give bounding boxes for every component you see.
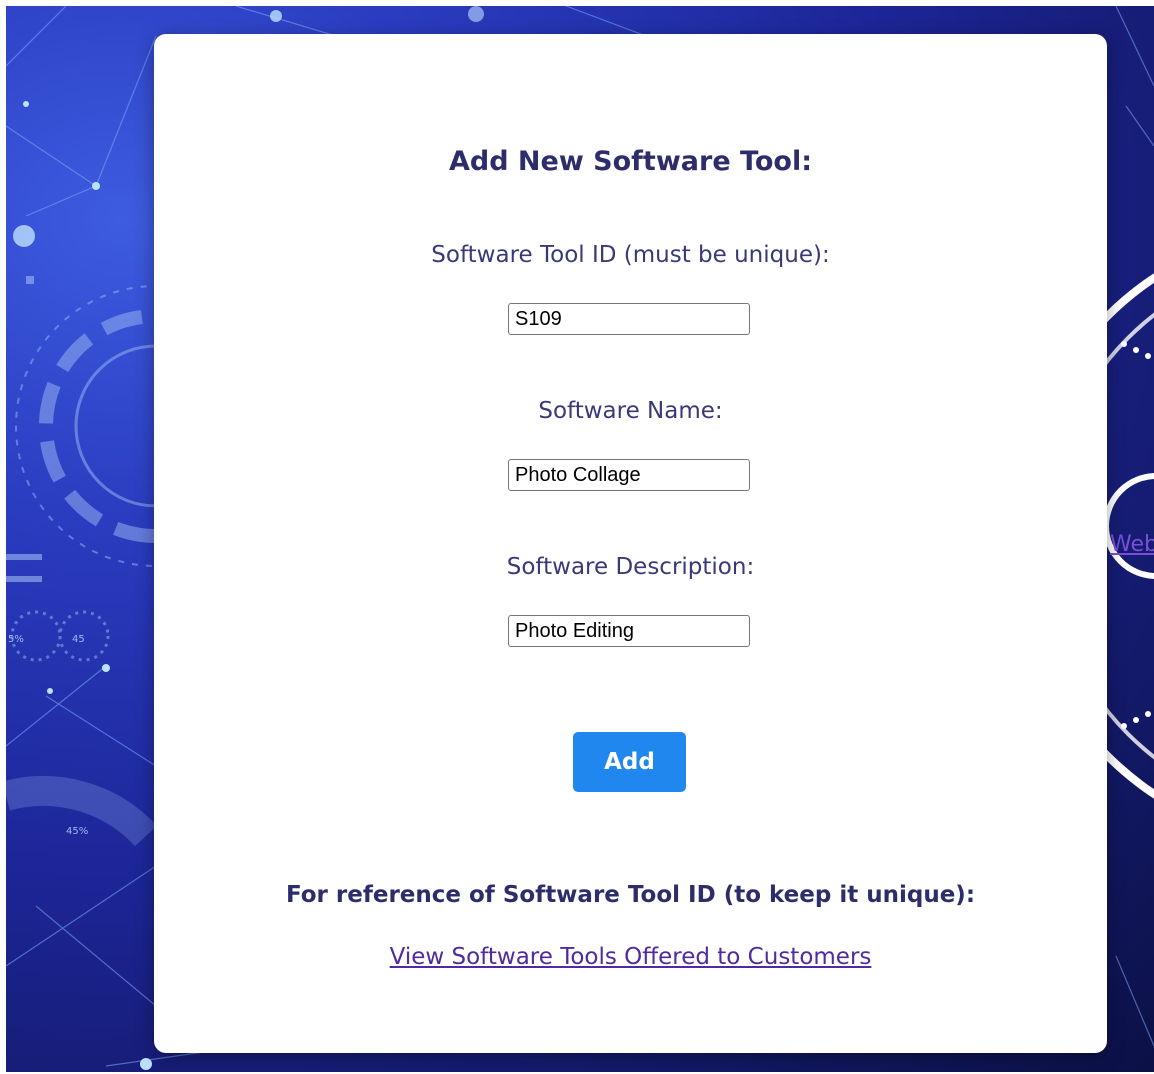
software-name-input[interactable] bbox=[508, 459, 750, 491]
tool-id-input[interactable] bbox=[508, 303, 750, 335]
software-description-label: Software Description: bbox=[506, 554, 755, 580]
tool-id-label: Software Tool ID (must be unique): bbox=[431, 242, 830, 268]
software-name-label: Software Name: bbox=[538, 398, 723, 424]
bg-percent-b: 45 bbox=[72, 634, 85, 645]
bg-percent-a: 5% bbox=[8, 634, 24, 645]
page-title: Add New Software Tool: bbox=[448, 146, 813, 177]
add-button[interactable]: Add bbox=[573, 732, 686, 792]
view-software-tools-link[interactable]: View Software Tools Offered to Customers bbox=[154, 944, 1107, 970]
form-card: Add New Software Tool: Software Tool ID … bbox=[154, 34, 1107, 1053]
bg-percent-c: 45% bbox=[66, 826, 88, 837]
reference-heading: For reference of Software Tool ID (to ke… bbox=[285, 882, 976, 908]
partial-edge-link[interactable]: Web bbox=[1110, 532, 1154, 557]
software-description-input[interactable] bbox=[508, 615, 750, 647]
